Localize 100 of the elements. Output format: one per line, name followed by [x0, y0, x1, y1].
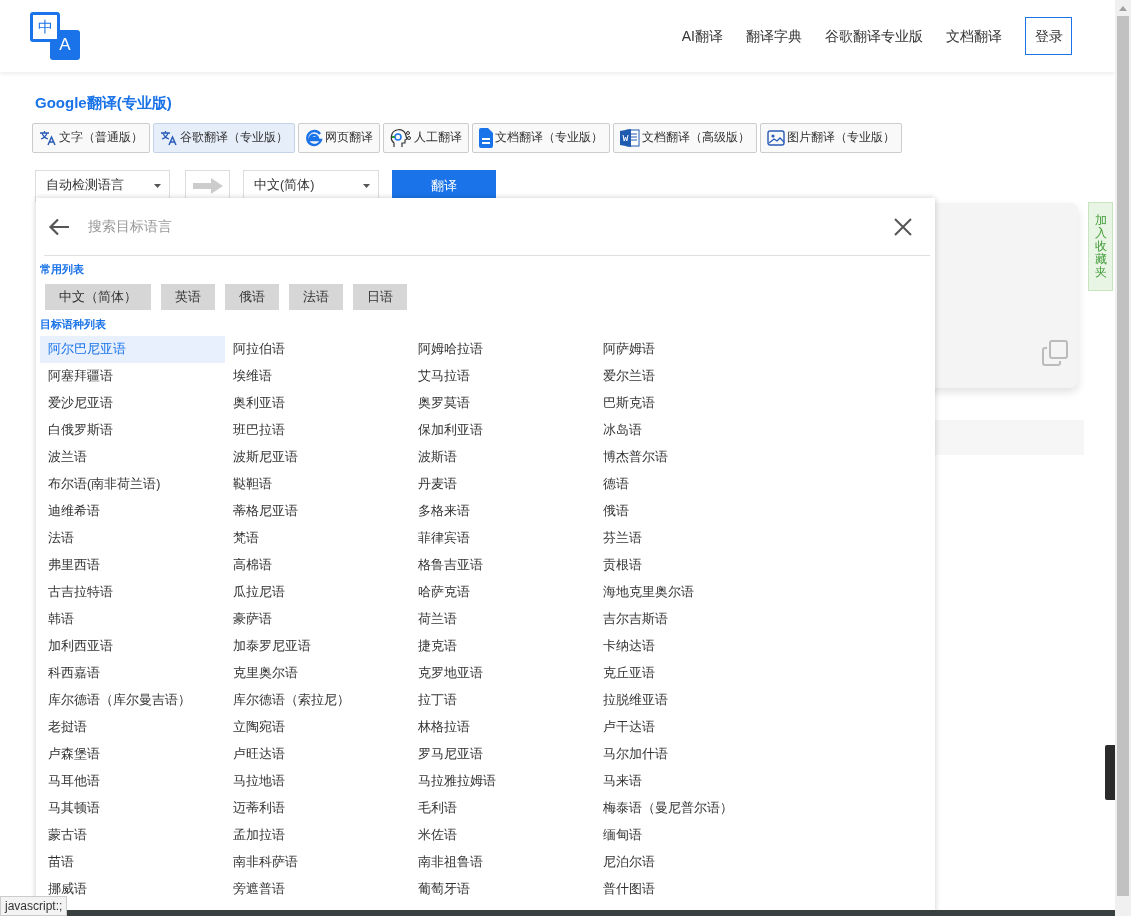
language-option[interactable]: 立陶宛语	[225, 714, 410, 741]
language-option[interactable]: 克罗地亚语	[410, 660, 595, 687]
language-option[interactable]: 卡纳达语	[595, 633, 780, 660]
language-option[interactable]: 贡根语	[595, 552, 780, 579]
search-field[interactable]: 搜索目标语言	[86, 215, 894, 238]
scrollbar[interactable]	[1115, 0, 1131, 916]
language-option[interactable]: 孟加拉语	[225, 822, 410, 849]
language-option[interactable]: 缅甸语	[595, 822, 780, 849]
language-option[interactable]: 豪萨语	[225, 606, 410, 633]
tool-tab[interactable]: 人工翻译	[383, 122, 469, 153]
language-option[interactable]: 马耳他语	[40, 768, 225, 795]
language-chip[interactable]: 日语	[353, 283, 407, 310]
language-option[interactable]: 俄语	[595, 498, 780, 525]
login-button[interactable]: 登录	[1025, 17, 1072, 55]
language-option[interactable]: 拉脱维亚语	[595, 687, 780, 714]
language-option[interactable]: 旁遮普语	[225, 876, 410, 903]
nav-link[interactable]: AI翻译	[681, 25, 723, 47]
language-option[interactable]: 阿尔巴尼亚语	[40, 336, 225, 363]
tool-tab[interactable]: 图片翻译（专业版）	[760, 122, 902, 153]
language-option[interactable]: 德语	[595, 471, 780, 498]
language-option[interactable]: 菲律宾语	[410, 525, 595, 552]
language-option[interactable]: 库尔德语（索拉尼）	[225, 687, 410, 714]
language-option[interactable]: 梅泰语（曼尼普尔语）	[595, 795, 780, 822]
language-option[interactable]: 保加利亚语	[410, 417, 595, 444]
language-option[interactable]: 弗里西语	[40, 552, 225, 579]
tool-tab[interactable]: 文档翻译（高级版）	[613, 122, 757, 153]
back-arrow-icon[interactable]	[48, 217, 70, 236]
language-option[interactable]: 阿拉伯语	[225, 336, 410, 363]
language-option[interactable]: 毛利语	[410, 795, 595, 822]
nav-link[interactable]: 文档翻译	[946, 25, 1002, 47]
language-option[interactable]: 葡萄牙语	[410, 876, 595, 903]
language-chip[interactable]: 中文（简体）	[45, 283, 151, 310]
language-option[interactable]: 哈萨克语	[410, 579, 595, 606]
language-option[interactable]: 瓜拉尼语	[225, 579, 410, 606]
language-option[interactable]: 蒂格尼亚语	[225, 498, 410, 525]
language-option[interactable]: 古吉拉特语	[40, 579, 225, 606]
language-option[interactable]: 荷兰语	[410, 606, 595, 633]
language-option[interactable]: 克里奥尔语	[225, 660, 410, 687]
source-language-select[interactable]: 自动检测语言	[35, 169, 170, 202]
language-option[interactable]: 吉尔吉斯语	[595, 606, 780, 633]
language-option[interactable]: 马拉地语	[225, 768, 410, 795]
language-option[interactable]: 多格来语	[410, 498, 595, 525]
language-option[interactable]: 波斯尼亚语	[225, 444, 410, 471]
language-option[interactable]: 白俄罗斯语	[40, 417, 225, 444]
language-option[interactable]: 爱沙尼亚语	[40, 390, 225, 417]
language-option[interactable]: 蒙古语	[40, 822, 225, 849]
language-option[interactable]: 马其顿语	[40, 795, 225, 822]
nav-link[interactable]: 翻译字典	[746, 25, 802, 47]
language-option[interactable]: 布尔语(南非荷兰语)	[40, 471, 225, 498]
tool-tab[interactable]: 谷歌翻译（专业版）	[153, 122, 295, 153]
language-option[interactable]: 阿塞拜疆语	[40, 363, 225, 390]
language-option[interactable]: 冰岛语	[595, 417, 780, 444]
language-option[interactable]: 卢干达语	[595, 714, 780, 741]
language-chip[interactable]: 俄语	[225, 283, 279, 310]
language-option[interactable]: 苗语	[40, 849, 225, 876]
language-option[interactable]: 南非科萨语	[225, 849, 410, 876]
language-option[interactable]: 马来语	[595, 768, 780, 795]
language-option[interactable]: 迈蒂利语	[225, 795, 410, 822]
language-chip[interactable]: 英语	[161, 283, 215, 310]
language-option[interactable]: 马尔加什语	[595, 741, 780, 768]
language-option[interactable]: 班巴拉语	[225, 417, 410, 444]
language-option[interactable]: 科西嘉语	[40, 660, 225, 687]
language-option[interactable]: 阿萨姆语	[595, 336, 780, 363]
language-option[interactable]: 芬兰语	[595, 525, 780, 552]
language-option[interactable]: 丹麦语	[410, 471, 595, 498]
language-option[interactable]: 拉丁语	[410, 687, 595, 714]
language-option[interactable]: 阿姆哈拉语	[410, 336, 595, 363]
language-option[interactable]: 加泰罗尼亚语	[225, 633, 410, 660]
language-option[interactable]: 卢旺达语	[225, 741, 410, 768]
language-option[interactable]: 法语	[40, 525, 225, 552]
language-option[interactable]: 尼泊尔语	[595, 849, 780, 876]
language-option[interactable]: 高棉语	[225, 552, 410, 579]
language-option[interactable]: 波兰语	[40, 444, 225, 471]
language-option[interactable]: 埃维语	[225, 363, 410, 390]
language-option[interactable]: 巴斯克语	[595, 390, 780, 417]
language-option[interactable]: 卢森堡语	[40, 741, 225, 768]
language-option[interactable]: 艾马拉语	[410, 363, 595, 390]
language-option[interactable]: 加利西亚语	[40, 633, 225, 660]
language-option[interactable]: 奥罗莫语	[410, 390, 595, 417]
language-option[interactable]: 库尔德语（库尔曼吉语）	[40, 687, 225, 714]
language-option[interactable]: 老挝语	[40, 714, 225, 741]
language-option[interactable]: 罗马尼亚语	[410, 741, 595, 768]
language-option[interactable]: 林格拉语	[410, 714, 595, 741]
scroll-up-arrow-icon[interactable]	[1119, 5, 1127, 11]
tool-tab[interactable]: 文字（普通版）	[32, 122, 150, 153]
nav-link[interactable]: 谷歌翻译专业版	[825, 25, 923, 47]
language-option[interactable]: 克丘亚语	[595, 660, 780, 687]
logo[interactable]: 中 A	[30, 12, 80, 60]
language-option[interactable]: 鞑靼语	[225, 471, 410, 498]
language-option[interactable]: 迪维希语	[40, 498, 225, 525]
language-option[interactable]: 普什图语	[595, 876, 780, 903]
copy-icon[interactable]	[1042, 340, 1068, 366]
language-option[interactable]: 海地克里奥尔语	[595, 579, 780, 606]
language-option[interactable]: 博杰普尔语	[595, 444, 780, 471]
tool-tab[interactable]: 网页翻译	[298, 122, 380, 153]
language-option[interactable]: 捷克语	[410, 633, 595, 660]
language-option[interactable]: 米佐语	[410, 822, 595, 849]
tool-tab[interactable]: 文档翻译（专业版）	[472, 122, 610, 153]
close-icon[interactable]	[894, 217, 912, 236]
language-option[interactable]: 奥利亚语	[225, 390, 410, 417]
